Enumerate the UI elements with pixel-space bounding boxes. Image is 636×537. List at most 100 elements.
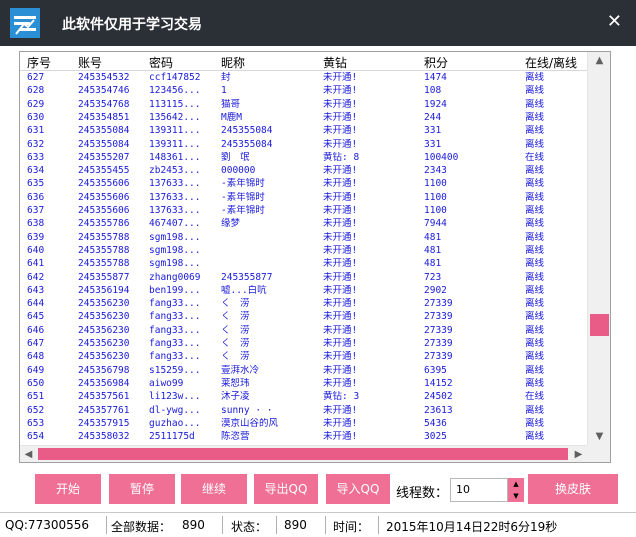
scroll-down-icon[interactable]: ▼ <box>588 428 610 445</box>
resume-button[interactable]: 继续 <box>181 474 247 504</box>
row-points: 27339 <box>424 298 453 310</box>
table-row[interactable]: 634 245355455 zb2453... 000000 未开通! 2343 离线 <box>20 165 587 176</box>
row-password: 137633... <box>149 178 201 190</box>
table-row[interactable]: 630 245354851 135642... M鹿M 未开通! 244 离线 <box>20 112 587 123</box>
table-row[interactable]: 650 245356984 aiwo99 莱恕玮 未开通! 14152 离线 <box>20 378 587 389</box>
table-row[interactable]: 648 245356230 fang33... く 涝 未开通! 27339 离线 <box>20 351 587 362</box>
column-header-index[interactable]: 序号 <box>27 54 51 71</box>
table-row[interactable]: 645 245356230 fang33... く 涝 未开通! 27339 离线 <box>20 311 587 322</box>
row-account: 245355084 <box>78 125 130 137</box>
horizontal-scroll-thumb[interactable] <box>38 448 568 460</box>
app-logo-icon <box>10 8 40 38</box>
status-divider <box>378 516 379 534</box>
scroll-right-icon[interactable]: ▶ <box>570 446 587 462</box>
column-header-online-status[interactable]: 在线/离线 <box>525 54 577 71</box>
table-row[interactable]: 631 245355084 139311... 245355084 未开通! 331 离线 <box>20 125 587 136</box>
start-button[interactable]: 开始 <box>35 474 101 504</box>
row-points: 244 <box>424 111 442 123</box>
row-yellow-diamond: 未开通! <box>323 284 358 296</box>
column-header-nickname[interactable]: 昵称 <box>221 54 245 71</box>
status-divider <box>325 516 326 534</box>
row-password: 137633... <box>149 191 201 203</box>
table-row[interactable]: 647 245356230 fang33... く 涝 未开通! 27339 离线 <box>20 338 587 349</box>
row-password: 139311... <box>149 138 201 150</box>
row-account: 245357561 <box>78 391 130 403</box>
table-row[interactable]: 635 245355606 137633... -素年锦时 未开通! 1100 离线 <box>20 178 587 189</box>
threads-stepper[interactable]: ▲ ▼ <box>508 478 524 502</box>
table-header: 序号 账号 密码 昵称 黄钻 积分 在线/离线 <box>20 52 587 71</box>
stepper-down-icon[interactable]: ▼ <box>508 490 524 502</box>
row-yellow-diamond: 未开通! <box>323 98 358 110</box>
table-row[interactable]: 639 245355788 sgm198... 未开通! 481 离线 <box>20 232 587 243</box>
horizontal-scrollbar[interactable]: ◀ ▶ <box>20 445 587 462</box>
table-row[interactable]: 628 245354746 123456... 1 未开通! 108 离线 <box>20 85 587 96</box>
table-row[interactable]: 654 245358032 2511175d 陈恣营 未开通! 3025 离线 <box>20 431 587 442</box>
row-password: sgm198... <box>149 258 201 270</box>
row-index: 632 <box>27 138 45 150</box>
row-account: 245355788 <box>78 258 130 270</box>
row-password: 113115... <box>149 98 201 110</box>
table-row[interactable]: 627 245354532 ccf147852 封 未开通! 1474 离线 <box>20 72 587 83</box>
export-qq-button[interactable]: 导出QQ <box>254 474 318 504</box>
threads-input[interactable]: 10 <box>450 478 508 502</box>
row-index: 636 <box>27 191 45 203</box>
table-row[interactable]: 641 245355788 sgm198... 未开通! 481 离线 <box>20 258 587 269</box>
row-yellow-diamond: 未开通! <box>323 258 358 270</box>
column-header-yellow-diamond[interactable]: 黄钻 <box>323 54 347 71</box>
column-header-account[interactable]: 账号 <box>78 54 102 71</box>
row-index: 641 <box>27 258 45 270</box>
table-row[interactable]: 636 245355606 137633... -素年锦时 未开通! 1100 离线 <box>20 192 587 203</box>
table-row[interactable]: 632 245355084 139311... 245355084 未开通! 331 离线 <box>20 139 587 150</box>
row-points: 1924 <box>424 98 447 110</box>
row-password: li123w... <box>149 391 201 403</box>
row-yellow-diamond: 未开通! <box>323 231 358 243</box>
row-points: 1100 <box>424 178 447 190</box>
row-nickname: く 涝 <box>221 324 250 336</box>
row-nickname: 漠京山谷的风 <box>221 417 279 429</box>
table-row[interactable]: 638 245355786 467407... 缘梦 未开通! 7944 离线 <box>20 218 587 229</box>
table-row[interactable]: 637 245355606 137633... -素年锦时 未开通! 1100 离线 <box>20 205 587 216</box>
change-skin-button[interactable]: 换皮肤 <box>528 474 618 504</box>
row-points: 6395 <box>424 364 447 376</box>
row-yellow-diamond: 未开通! <box>323 72 358 83</box>
row-yellow-diamond: 未开通! <box>323 311 358 323</box>
row-yellow-diamond: 未开通! <box>323 404 358 416</box>
vertical-scroll-thumb[interactable] <box>590 314 609 336</box>
status-divider <box>276 516 277 534</box>
row-index: 643 <box>27 284 45 296</box>
scroll-up-icon[interactable]: ▲ <box>588 52 610 69</box>
table-row[interactable]: 649 245356798 s15259... 壹湃水冷 未开通! 6395 离线 <box>20 365 587 376</box>
column-header-points[interactable]: 积分 <box>424 54 448 71</box>
row-account: 245357915 <box>78 417 130 429</box>
row-nickname: 1 <box>221 85 227 97</box>
row-online-status: 离线 <box>525 311 545 323</box>
table-row[interactable]: 642 245355877 zhang0069 245355877 未开通! 723 离线 <box>20 272 587 283</box>
table-row[interactable]: 646 245356230 fang33... く 涝 未开通! 27339 离线 <box>20 325 587 336</box>
pause-button[interactable]: 暂停 <box>109 474 175 504</box>
row-index: 649 <box>27 364 45 376</box>
table-row[interactable]: 644 245356230 fang33... く 涝 未开通! 27339 离线 <box>20 298 587 309</box>
table-row[interactable]: 652 245357761 dl-ywg... sunny · · 未开通! 23613 离… <box>20 405 587 416</box>
row-password: 139311... <box>149 125 201 137</box>
table-row[interactable]: 629 245354768 113115... 猫哥 未开通! 1924 离线 <box>20 99 587 110</box>
row-points: 27339 <box>424 351 453 363</box>
table-row[interactable]: 643 245356194 ben199... 嘘...白吭 未开通! 2902 离线 <box>20 285 587 296</box>
row-online-status: 离线 <box>525 351 545 363</box>
row-points: 2902 <box>424 284 447 296</box>
row-points: 3025 <box>424 431 447 443</box>
close-button[interactable]: ✕ <box>607 12 622 32</box>
scroll-left-icon[interactable]: ◀ <box>20 446 37 462</box>
row-online-status: 在线 <box>525 391 545 403</box>
row-points: 1474 <box>424 72 447 83</box>
stepper-up-icon[interactable]: ▲ <box>508 478 524 490</box>
column-header-password[interactable]: 密码 <box>149 54 173 71</box>
table-row[interactable]: 653 245357915 guzhao... 漠京山谷的风 未开通! 5436 离线 <box>20 418 587 429</box>
table-row[interactable]: 640 245355788 sgm198... 未开通! 481 离线 <box>20 245 587 256</box>
row-nickname: 缘梦 <box>221 218 241 230</box>
row-online-status: 离线 <box>525 72 545 83</box>
account-table[interactable]: 序号 账号 密码 昵称 黄钻 积分 在线/离线 627 245354532 ccf1… <box>19 51 611 463</box>
import-qq-button[interactable]: 导入QQ <box>326 474 390 504</box>
vertical-scrollbar[interactable]: ▲ ▼ <box>587 52 610 445</box>
table-row[interactable]: 651 245357561 li123w... 沐子凌 黄钻: 3 24502 在线 <box>20 391 587 402</box>
table-row[interactable]: 633 245355207 148361... 劉 氓 黄钻: 8 100400 在线 <box>20 152 587 163</box>
